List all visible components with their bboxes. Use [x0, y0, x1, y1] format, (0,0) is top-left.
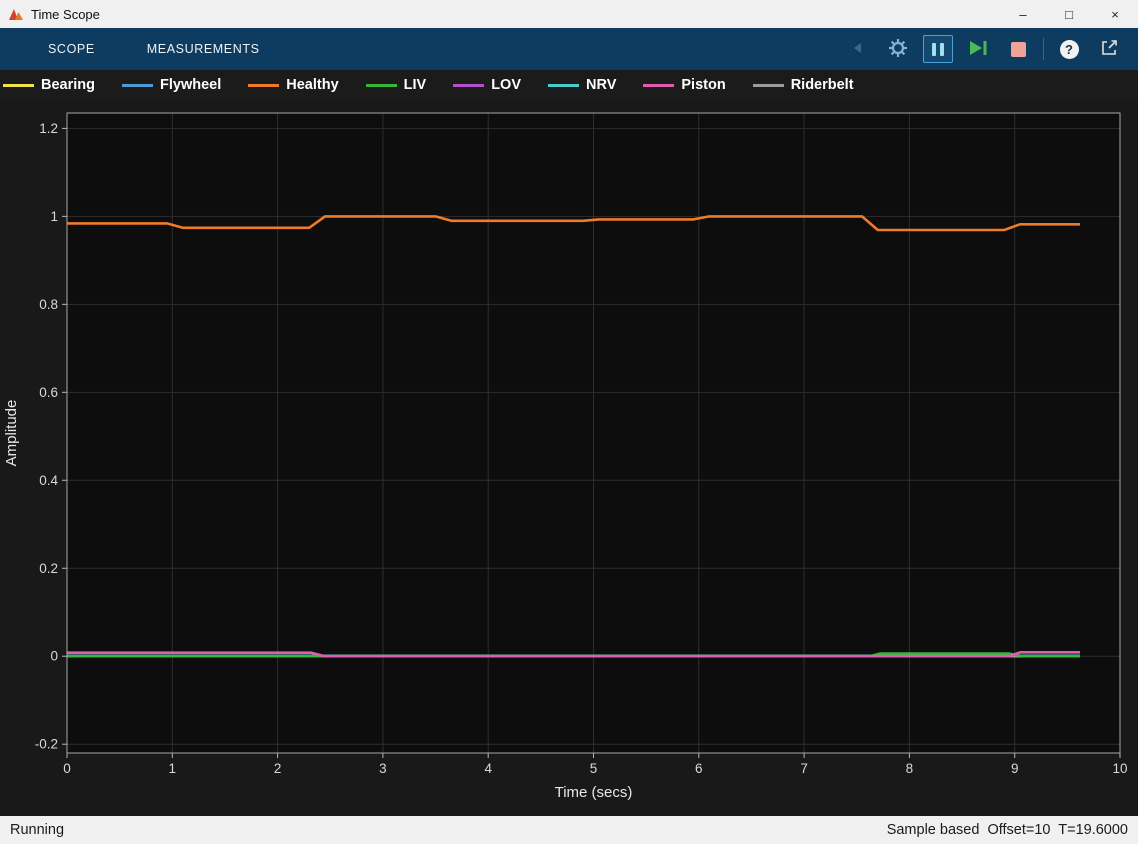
x-tick-label: 7: [800, 761, 808, 776]
help-icon: ?: [1060, 40, 1079, 59]
status-sample-info: Sample based Offset=10 T=19.6000: [887, 822, 1128, 838]
legend-item-lov[interactable]: LOV: [453, 77, 521, 93]
legend-bar: Bearing Flywheel Healthy LIV LOV NRV Pis…: [0, 70, 1138, 100]
stop-icon: [1011, 42, 1026, 57]
legend-label: Healthy: [286, 77, 338, 93]
x-tick-label: 4: [484, 761, 492, 776]
x-tick-label: 10: [1112, 761, 1127, 776]
gear-icon: [887, 37, 909, 62]
y-axis-label: Amplitude: [3, 400, 20, 467]
legend-item-flywheel[interactable]: Flywheel: [122, 77, 221, 93]
undock-icon: [1100, 38, 1119, 60]
ribbon: SCOPE MEASUREMENTS: [0, 28, 1138, 70]
back-arrow-button[interactable]: [843, 35, 873, 63]
tab-measurements[interactable]: MEASUREMENTS: [121, 28, 286, 70]
y-tick-label: 1.2: [39, 121, 58, 136]
y-tick-label: 1: [50, 209, 58, 224]
legend-item-healthy[interactable]: Healthy: [248, 77, 338, 93]
legend-label: LIV: [404, 77, 427, 93]
y-tick-label: -0.2: [35, 737, 58, 752]
plot-area: 0 1 2 3 4 5 6 7 8 9 10 -0.2 0 0.2 0.4 0.6 0.8 1 1.2 Time (s…: [0, 100, 1138, 816]
status-running: Running: [10, 822, 64, 838]
legend-swatch: [753, 84, 784, 87]
legend-label: LOV: [491, 77, 521, 93]
x-tick-label: 6: [695, 761, 703, 776]
legend-swatch: [548, 84, 579, 87]
pause-icon: [932, 43, 936, 56]
legend-label: Flywheel: [160, 77, 221, 93]
x-tick-label: 0: [63, 761, 71, 776]
app-icon: [8, 6, 24, 22]
legend-swatch: [3, 84, 34, 87]
maximize-button[interactable]: □: [1046, 0, 1092, 28]
legend-swatch: [122, 84, 153, 87]
y-tick-label: 0.6: [39, 385, 58, 400]
step-forward-icon: [967, 38, 989, 61]
legend-item-piston[interactable]: Piston: [643, 77, 725, 93]
y-tick-label: 0.2: [39, 561, 58, 576]
legend-label: NRV: [586, 77, 616, 93]
x-tick-label: 1: [169, 761, 177, 776]
y-tick-label: 0: [50, 649, 58, 664]
x-tick-label: 2: [274, 761, 282, 776]
undock-button[interactable]: [1094, 35, 1124, 63]
ribbon-tabs: SCOPE MEASUREMENTS: [0, 28, 286, 70]
minimize-button[interactable]: –: [1000, 0, 1046, 28]
legend-swatch: [453, 84, 484, 87]
x-tick-label: 8: [906, 761, 914, 776]
time-scope-window: Time Scope – □ × SCOPE MEASUREMENTS: [0, 0, 1138, 844]
step-forward-button[interactable]: [963, 35, 993, 63]
legend-label: Bearing: [41, 77, 95, 93]
legend-swatch: [248, 84, 279, 87]
x-tick-label: 3: [379, 761, 387, 776]
back-arrow-icon: [850, 40, 866, 59]
legend-swatch: [366, 84, 397, 87]
stop-button[interactable]: [1003, 35, 1033, 63]
tab-scope[interactable]: SCOPE: [22, 28, 121, 70]
ribbon-toolbar: ?: [843, 35, 1138, 63]
legend-item-nrv[interactable]: NRV: [548, 77, 616, 93]
status-bar: Running Sample based Offset=10 T=19.6000: [0, 816, 1138, 844]
y-tick-label: 0.4: [39, 473, 58, 488]
legend-item-liv[interactable]: LIV: [366, 77, 427, 93]
legend-item-bearing[interactable]: Bearing: [3, 77, 95, 93]
legend-swatch: [643, 84, 674, 87]
legend-label: Piston: [681, 77, 725, 93]
pause-icon: [940, 43, 944, 56]
pause-button[interactable]: [923, 35, 953, 63]
y-tick-label: 0.8: [39, 297, 58, 312]
scope-plot: 0 1 2 3 4 5 6 7 8 9 10 -0.2 0 0.2 0.4 0.6 0.8 1 1.2 Time (s…: [0, 100, 1138, 816]
x-tick-label: 5: [590, 761, 598, 776]
close-button[interactable]: ×: [1092, 0, 1138, 28]
toolbar-divider: [1043, 38, 1044, 60]
window-controls: – □ ×: [1000, 0, 1138, 28]
simulation-settings-button[interactable]: [883, 35, 913, 63]
legend-label: Riderbelt: [791, 77, 854, 93]
window-title: Time Scope: [31, 7, 100, 22]
x-axis-label: Time (secs): [555, 784, 633, 801]
legend-item-riderbelt[interactable]: Riderbelt: [753, 77, 854, 93]
help-button[interactable]: ?: [1054, 35, 1084, 63]
titlebar: Time Scope – □ ×: [0, 0, 1138, 28]
x-tick-label: 9: [1011, 761, 1019, 776]
